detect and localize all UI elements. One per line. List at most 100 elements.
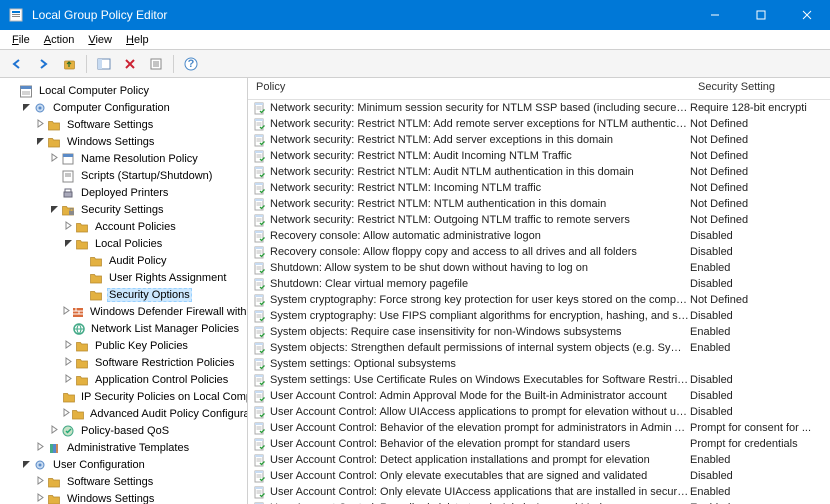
expander-open-icon[interactable] <box>48 204 60 216</box>
expander-closed-icon[interactable] <box>34 476 46 488</box>
help-button[interactable]: ? <box>180 53 202 75</box>
tree-software-settings[interactable]: Software Settings <box>2 116 245 133</box>
policy-name: Shutdown: Allow system to be shut down w… <box>270 262 690 274</box>
policy-icon <box>251 292 267 308</box>
expander-open-icon[interactable] <box>34 136 46 148</box>
tree-policy-based-qos[interactable]: Policy-based QoS <box>2 422 245 439</box>
menu-file[interactable]: File <box>6 32 36 48</box>
policy-row[interactable]: User Account Control: Detect application… <box>248 452 830 468</box>
policy-row[interactable]: User Account Control: Behavior of the el… <box>248 436 830 452</box>
policy-icon <box>251 388 267 404</box>
tree-security-options[interactable]: Security Options <box>2 286 245 303</box>
policy-row[interactable]: Network security: Restrict NTLM: Outgoin… <box>248 212 830 228</box>
expander-closed-icon[interactable] <box>48 425 60 437</box>
policy-row[interactable]: Network security: Restrict NTLM: Incomin… <box>248 180 830 196</box>
policy-row[interactable]: System cryptography: Use FIPS compliant … <box>248 308 830 324</box>
tree-pane[interactable]: Local Computer PolicyComputer Configurat… <box>0 78 248 504</box>
policy-row[interactable]: User Account Control: Admin Approval Mod… <box>248 388 830 404</box>
expander-closed-icon[interactable] <box>34 119 46 131</box>
maximize-button[interactable] <box>738 0 784 30</box>
tree-ip-security-policies[interactable]: IP Security Policies on Local Computer <box>2 388 245 405</box>
tree-user-rights-assignment[interactable]: User Rights Assignment <box>2 269 245 286</box>
tree-application-control-policies[interactable]: Application Control Policies <box>2 371 245 388</box>
policy-row[interactable]: Shutdown: Clear virtual memory pagefileD… <box>248 276 830 292</box>
minimize-button[interactable] <box>692 0 738 30</box>
policy-row[interactable]: User Account Control: Run all administra… <box>248 500 830 504</box>
expander-closed-icon[interactable] <box>62 374 74 386</box>
policy-row[interactable]: Network security: Minimum session securi… <box>248 100 830 116</box>
column-header-policy[interactable]: Policy <box>248 78 690 99</box>
tree-advanced-audit-policy[interactable]: Advanced Audit Policy Configuration <box>2 405 245 422</box>
tree-windows-defender-firewall[interactable]: Windows Defender Firewall with Advanced <box>2 303 245 320</box>
expander-closed-icon[interactable] <box>62 340 74 352</box>
expander-closed-icon[interactable] <box>62 408 71 420</box>
list-body[interactable]: Network security: Minimum session securi… <box>248 100 830 504</box>
policy-row[interactable]: Shutdown: Allow system to be shut down w… <box>248 260 830 276</box>
policy-row[interactable]: System objects: Strengthen default permi… <box>248 340 830 356</box>
tree-software-restriction-policies[interactable]: Software Restriction Policies <box>2 354 245 371</box>
tree-advanced-audit-policy-label: Advanced Audit Policy Configuration <box>88 407 248 421</box>
policy-row[interactable]: System settings: Optional subsystems <box>248 356 830 372</box>
policy-row[interactable]: Network security: Restrict NTLM: Add rem… <box>248 116 830 132</box>
policy-row[interactable]: User Account Control: Allow UIAccess app… <box>248 404 830 420</box>
tree-windows-settings-label: Windows Settings <box>65 135 156 149</box>
expander-open-icon[interactable] <box>20 459 32 471</box>
expander-closed-icon[interactable] <box>62 306 71 318</box>
tree-audit-policy[interactable]: Audit Policy <box>2 252 245 269</box>
expander-closed-icon[interactable] <box>34 442 46 454</box>
policy-row[interactable]: Network security: Restrict NTLM: Audit N… <box>248 164 830 180</box>
policy-row[interactable]: Network security: Restrict NTLM: Add ser… <box>248 132 830 148</box>
tree-administrative-templates[interactable]: Administrative Templates <box>2 439 245 456</box>
policy-icon <box>251 340 267 356</box>
expander-closed-icon[interactable] <box>48 153 60 165</box>
tree-user-configuration[interactable]: User Configuration <box>2 456 245 473</box>
tree-network-list-manager[interactable]: Network List Manager Policies <box>2 320 245 337</box>
properties-button[interactable] <box>145 53 167 75</box>
policy-name: User Account Control: Only elevate execu… <box>270 470 690 482</box>
svg-text:?: ? <box>188 58 195 70</box>
policy-icon <box>251 212 267 228</box>
tree-windows-settings[interactable]: Windows Settings <box>2 133 245 150</box>
tree-windows-defender-firewall-icon <box>71 304 85 320</box>
policy-setting: Disabled <box>690 470 830 482</box>
expander-closed-icon[interactable] <box>62 221 74 233</box>
policy-row[interactable]: User Account Control: Behavior of the el… <box>248 420 830 436</box>
tree-deployed-printers[interactable]: Deployed Printers <box>2 184 245 201</box>
policy-row[interactable]: Network security: Restrict NTLM: NTLM au… <box>248 196 830 212</box>
tree-windows-settings-user[interactable]: Windows Settings <box>2 490 245 504</box>
expander-closed-icon[interactable] <box>34 493 46 504</box>
show-hide-tree-button[interactable] <box>93 53 115 75</box>
window-title: Local Group Policy Editor <box>32 8 692 22</box>
expander-closed-icon[interactable] <box>62 357 74 369</box>
tree-local-policies[interactable]: Local Policies <box>2 235 245 252</box>
tree-security-settings[interactable]: Security Settings <box>2 201 245 218</box>
policy-row[interactable]: Network security: Restrict NTLM: Audit I… <box>248 148 830 164</box>
expander-open-icon[interactable] <box>62 238 74 250</box>
tree-name-resolution-policy-icon <box>60 151 76 167</box>
delete-button[interactable] <box>119 53 141 75</box>
policy-row[interactable]: Recovery console: Allow floppy copy and … <box>248 244 830 260</box>
policy-row[interactable]: User Account Control: Only elevate UIAcc… <box>248 484 830 500</box>
tree-account-policies[interactable]: Account Policies <box>2 218 245 235</box>
close-button[interactable] <box>784 0 830 30</box>
menu-help[interactable]: Help <box>120 32 155 48</box>
tree-scripts[interactable]: Scripts (Startup/Shutdown) <box>2 167 245 184</box>
policy-row[interactable]: System cryptography: Force strong key pr… <box>248 292 830 308</box>
tree-public-key-policies[interactable]: Public Key Policies <box>2 337 245 354</box>
tree-software-settings-user[interactable]: Software Settings <box>2 473 245 490</box>
forward-button[interactable] <box>32 53 54 75</box>
back-button[interactable] <box>6 53 28 75</box>
policy-setting: Enabled <box>690 486 830 498</box>
policy-row[interactable]: System settings: Use Certificate Rules o… <box>248 372 830 388</box>
tree-computer-configuration[interactable]: Computer Configuration <box>2 99 245 116</box>
tree-root[interactable]: Local Computer Policy <box>2 82 245 99</box>
column-header-setting[interactable]: Security Setting <box>690 78 830 99</box>
tree-name-resolution-policy[interactable]: Name Resolution Policy <box>2 150 245 167</box>
policy-row[interactable]: System objects: Require case insensitivi… <box>248 324 830 340</box>
expander-open-icon[interactable] <box>20 102 32 114</box>
menu-action[interactable]: Action <box>38 32 81 48</box>
policy-row[interactable]: User Account Control: Only elevate execu… <box>248 468 830 484</box>
up-button[interactable] <box>58 53 80 75</box>
policy-row[interactable]: Recovery console: Allow automatic admini… <box>248 228 830 244</box>
menu-view[interactable]: View <box>82 32 118 48</box>
